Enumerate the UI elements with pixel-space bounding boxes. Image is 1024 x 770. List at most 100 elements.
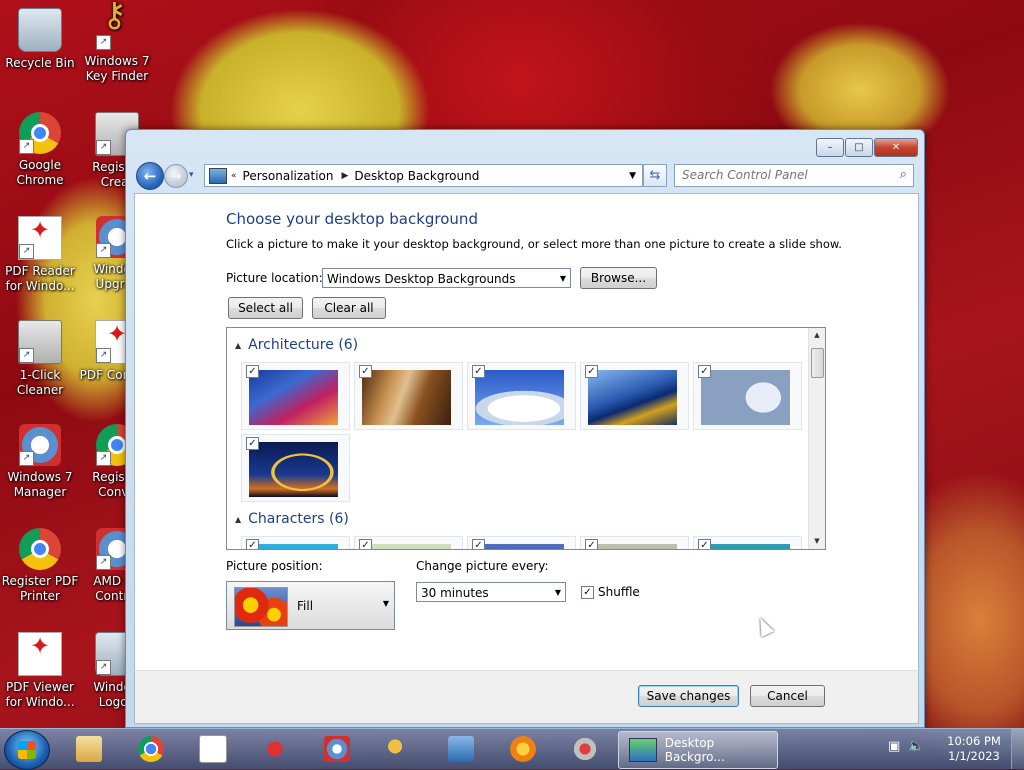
wallpaper-thumbnail[interactable]: ✓ xyxy=(241,434,350,502)
select-all-button[interactable]: Select all xyxy=(228,297,303,319)
volume-icon[interactable]: 🔈 xyxy=(908,739,924,754)
group-header-architecture[interactable]: ▲ Architecture (6) xyxy=(235,337,358,353)
chrome-icon xyxy=(138,736,164,762)
browse-button[interactable]: Browse... xyxy=(580,267,657,289)
picture-location-select[interactable]: Windows Desktop Backgrounds ▼ xyxy=(322,268,571,288)
wallpaper-thumbnail[interactable]: ✓ xyxy=(354,362,463,430)
wallpaper-thumbnail[interactable]: ✓ xyxy=(693,362,802,430)
clear-all-button[interactable]: Clear all xyxy=(312,297,386,319)
taskbar-windows-manager[interactable] xyxy=(310,733,364,765)
refresh-button[interactable]: ⇆ xyxy=(643,164,667,187)
shuffle-checkbox[interactable]: ✓ xyxy=(581,585,594,599)
picture-location-label: Picture location: xyxy=(226,271,323,285)
taskbar-pdf-reader[interactable] xyxy=(186,733,240,765)
recent-pages-button[interactable]: ▾ xyxy=(189,167,201,183)
breadcrumb-personalization[interactable]: Personalization xyxy=(243,169,334,183)
wallpaper-image xyxy=(475,370,564,425)
shortcut-arrow-icon: ↗ xyxy=(96,660,111,675)
wallpaper-thumbnail[interactable]: ✓ xyxy=(580,536,689,549)
desktop-icon-pdf-viewer[interactable]: PDF Viewer for Windo... xyxy=(0,632,80,710)
group-title: Characters (6) xyxy=(248,511,349,527)
wallpaper-image xyxy=(249,370,338,425)
thumbnail-checkbox[interactable]: ✓ xyxy=(472,539,485,549)
collapse-icon[interactable]: ▲ xyxy=(235,515,241,524)
picture-position-value: Fill xyxy=(297,599,314,613)
wallpaper-image xyxy=(701,544,790,549)
thumbnail-checkbox[interactable]: ✓ xyxy=(585,365,598,378)
wallpaper-thumbnail[interactable]: ✓ xyxy=(580,362,689,430)
wallpaper-gallery: ▲ Architecture (6) ▲ Characters (6) ✓ ✓ … xyxy=(226,327,826,550)
wallpaper-thumbnail[interactable]: ✓ xyxy=(693,536,802,549)
maximize-button[interactable]: □ xyxy=(845,138,873,157)
desktop-icon-label: PDF Viewer for Windo... xyxy=(5,680,75,709)
wallpaper-image xyxy=(475,544,564,549)
thumbnail-checkbox[interactable]: ✓ xyxy=(246,365,259,378)
taskbar-explorer[interactable] xyxy=(62,733,116,765)
wallpaper-thumbnail[interactable]: ✓ xyxy=(467,362,576,430)
taskbar-windows-upgrade[interactable] xyxy=(434,733,488,765)
chevron-down-icon: ▼ xyxy=(554,588,561,597)
taskbar-pdf-converter[interactable] xyxy=(496,733,550,765)
thumbnail-checkbox[interactable]: ✓ xyxy=(359,539,372,549)
thumbnail-checkbox[interactable]: ✓ xyxy=(698,365,711,378)
wallpaper-image xyxy=(249,442,338,497)
scrollbar-thumb[interactable] xyxy=(811,348,824,378)
wallpaper-thumbnail[interactable]: ✓ xyxy=(467,536,576,549)
wallpaper-thumbnail[interactable]: ✓ xyxy=(241,362,350,430)
gallery-scrollbar[interactable]: ▲ ▼ xyxy=(808,328,825,549)
desktop-icon-google-chrome[interactable]: ↗ Google Chrome xyxy=(0,112,80,188)
windows-manager-icon: ↗ xyxy=(19,424,61,466)
taskbar-key-finder[interactable] xyxy=(372,733,426,765)
scroll-down-icon[interactable]: ▼ xyxy=(809,534,825,549)
desktop-icon-1-click-cleaner[interactable]: ↗ 1-Click Cleaner xyxy=(0,320,80,398)
address-dropdown-icon[interactable]: ▼ xyxy=(629,171,636,181)
back-button[interactable]: ← xyxy=(136,162,164,190)
close-button[interactable]: ✕ xyxy=(874,138,918,157)
thumbnail-checkbox[interactable]: ✓ xyxy=(585,539,598,549)
active-window-label: Desktop Backgro... xyxy=(664,736,725,764)
taskbar-amd-control[interactable] xyxy=(558,733,612,765)
thumbnail-checkbox[interactable]: ✓ xyxy=(246,437,259,450)
save-changes-button[interactable]: Save changes xyxy=(638,685,739,707)
search-icon[interactable]: ⌕ xyxy=(900,167,907,182)
wallpaper-thumbnail[interactable]: ✓ xyxy=(241,536,350,549)
system-clock[interactable]: 10:06 PM 1/1/2023 xyxy=(940,734,1008,764)
search-input[interactable] xyxy=(675,165,892,184)
desktop-icon-pdf-reader[interactable]: ↗ PDF Reader for Windo... xyxy=(0,216,80,294)
minimize-button[interactable]: – xyxy=(816,138,844,157)
breadcrumb-overflow-icon[interactable]: « xyxy=(231,171,237,181)
network-icon[interactable]: ▣ xyxy=(888,739,900,754)
show-desktop-button[interactable] xyxy=(1011,729,1024,769)
search-box[interactable]: ⌕ xyxy=(674,164,914,187)
thumbnail-checkbox[interactable]: ✓ xyxy=(246,539,259,549)
shortcut-arrow-icon: ↗ xyxy=(96,35,111,50)
taskbar-chrome[interactable] xyxy=(124,733,178,765)
thumbnail-checkbox[interactable]: ✓ xyxy=(472,365,485,378)
collapse-icon[interactable]: ▲ xyxy=(235,341,241,350)
wallpaper-thumbnail[interactable]: ✓ xyxy=(354,536,463,549)
thumbnail-checkbox[interactable]: ✓ xyxy=(359,365,372,378)
shuffle-label[interactable]: Shuffle xyxy=(598,585,640,599)
desktop-icon-register-pdf-printer[interactable]: Register PDF Printer xyxy=(0,528,80,604)
cancel-button[interactable]: Cancel xyxy=(750,685,825,707)
breadcrumb-desktop-background[interactable]: Desktop Background xyxy=(354,169,479,183)
start-button[interactable] xyxy=(4,730,50,770)
forward-button[interactable]: → xyxy=(164,164,188,188)
page-title: Choose your desktop background xyxy=(226,210,478,228)
breadcrumb-separator-icon[interactable]: ▶ xyxy=(342,171,349,181)
address-bar[interactable]: « Personalization ▶ Desktop Background ▼ xyxy=(204,164,643,187)
picture-position-select[interactable]: Fill ▼ xyxy=(226,581,395,630)
pdf-icon: ↗ xyxy=(18,216,62,260)
desktop-icon-key-finder[interactable]: ↗ Windows 7 Key Finder xyxy=(77,8,157,84)
taskbar-active-window[interactable]: Desktop Backgro... xyxy=(618,731,778,769)
desktop-icon-recycle-bin[interactable]: Recycle Bin xyxy=(0,8,80,71)
cleaner-icon: ↗ xyxy=(18,320,62,364)
scroll-up-icon[interactable]: ▲ xyxy=(809,328,825,343)
change-picture-select[interactable]: 30 minutes ▼ xyxy=(416,582,566,602)
shortcut-arrow-icon: ↗ xyxy=(19,139,34,154)
taskbar-pdf-viewer[interactable] xyxy=(248,733,302,765)
thumbnail-checkbox[interactable]: ✓ xyxy=(698,539,711,549)
desktop-icon-windows-7-manager[interactable]: ↗ Windows 7 Manager xyxy=(0,424,80,500)
group-header-characters[interactable]: ▲ Characters (6) xyxy=(235,511,815,527)
shuffle-option[interactable]: ✓ Shuffle xyxy=(581,585,640,599)
